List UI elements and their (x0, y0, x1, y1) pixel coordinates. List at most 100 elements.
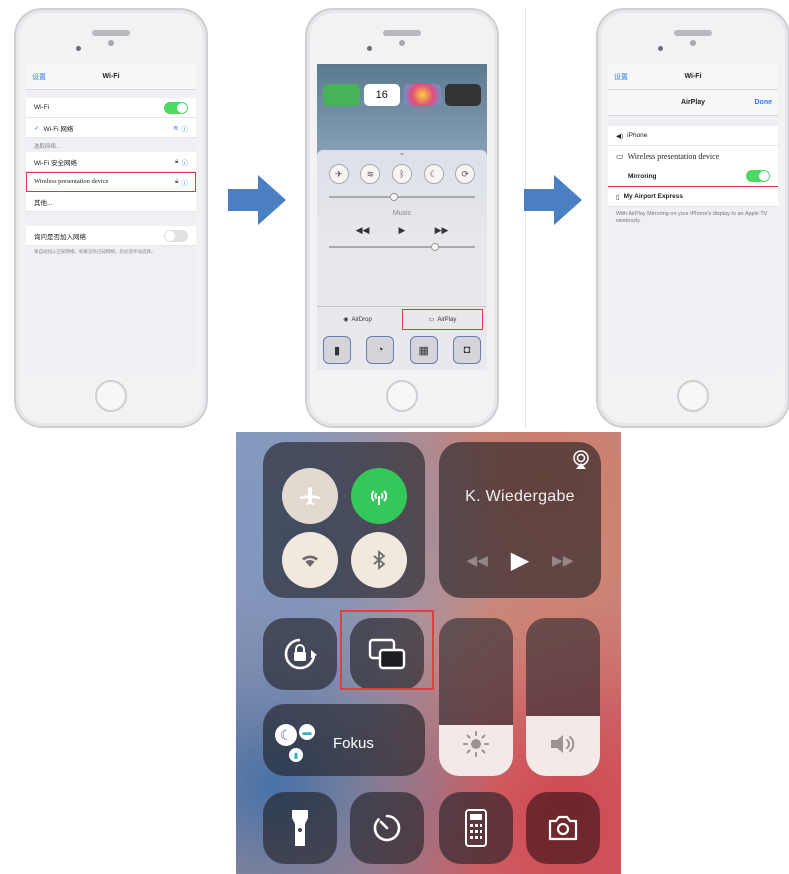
volume-slider[interactable] (329, 243, 475, 251)
wireless-device-group: ▭ Wireless presentation device Mirroring (608, 146, 778, 187)
camera-tile[interactable] (526, 792, 600, 864)
speaker-icon: ◀) (616, 132, 624, 140)
bluetooth-icon[interactable]: ᛒ (391, 164, 412, 184)
network-row-wireless-presentation[interactable]: Wireless presentation device 🔒︎ ⓘ (26, 172, 196, 192)
arrow-right-icon (524, 175, 582, 225)
rotation-lock-tile[interactable] (263, 618, 337, 690)
control-center-modern: K. Wiedergabe ◀◀ ▶ ▶▶ ☾ ▬ ▮ Fokus (236, 432, 621, 874)
cellular-icon[interactable] (351, 468, 407, 524)
flashlight-icon (292, 810, 308, 846)
page-title: Wi-Fi (684, 73, 702, 80)
mirroring-row[interactable]: Mirroring (608, 166, 778, 186)
ask-join-toggle[interactable] (164, 229, 188, 242)
network-label: 其他... (34, 199, 53, 207)
home-button[interactable] (386, 380, 418, 412)
other-network-row[interactable]: 其他... (26, 192, 196, 212)
bed-icon: ▬ (299, 724, 315, 740)
wifi-icon[interactable] (282, 532, 338, 588)
rotation-lock-icon (284, 638, 317, 670)
rotation-lock-icon[interactable]: ⟳ (455, 164, 476, 184)
mirroring-label: Mirroring (628, 172, 657, 180)
info-icon[interactable]: ⓘ (182, 177, 189, 187)
play-icon[interactable]: ▶ (511, 546, 529, 575)
camera-icon (548, 815, 578, 841)
network-row[interactable]: Wi-Fi 安全网络 🔒︎ ⓘ (26, 152, 196, 172)
done-button[interactable]: Done (755, 99, 773, 106)
airplane-icon[interactable] (282, 468, 338, 524)
home-button[interactable] (95, 380, 127, 412)
device-label: Wireless presentation device (627, 151, 720, 161)
timer-icon (373, 814, 401, 842)
camera-app-icon (444, 84, 481, 106)
airplane-icon[interactable]: ✈ (328, 164, 349, 184)
wifi-label: Wi-Fi (34, 104, 50, 111)
network-label: Wireless presentation device (34, 178, 109, 185)
calculator-icon (465, 809, 487, 847)
control-center-screen: 16 ⌄ ✈ ≋ ᛒ ☾ ⟳ Music ◀◀ ▶ ▶▶ ◉ AirDrop ▭… (317, 64, 487, 370)
person-icon: ▮ (289, 748, 303, 762)
focus-tile[interactable]: ☾ ▬ ▮ Fokus (263, 704, 425, 776)
do-not-disturb-icon[interactable]: ☾ (423, 164, 444, 184)
wifi-icon[interactable]: ≋ (360, 164, 381, 184)
phone-wifi-settings: 设置 Wi-Fi Wi-Fi ✓ Wi-Fi 网络 ≋ ⓘ 选取网络... Wi-… (14, 8, 208, 428)
home-screen-apps: 16 (323, 84, 481, 106)
messages-app-icon (323, 84, 360, 106)
control-center-panel: ⌄ ✈ ≋ ᛒ ☾ ⟳ Music ◀◀ ▶ ▶▶ ◉ AirDrop ▭ Ai… (317, 149, 487, 370)
ask-join-row[interactable]: 询问是否加入网络 (26, 226, 196, 246)
device-row-airport-express[interactable]: ▯ My Airport Express (608, 187, 778, 207)
arrow-right-icon (228, 175, 286, 225)
info-icon[interactable]: ⓘ (182, 157, 189, 167)
connected-network-row[interactable]: ✓ Wi-Fi 网络 ≋ ⓘ (26, 118, 196, 138)
wifi-nav-bar: 设置 Wi-Fi (608, 64, 778, 90)
airplay-header: AirPlay Done (608, 90, 778, 116)
lock-icon: 🔒︎ (175, 177, 179, 185)
ask-join-description: 将自动加入已知网络。如果没有已知网络，您必须手动选择。 (34, 249, 156, 254)
back-button[interactable]: 设置 (32, 72, 46, 82)
back-button[interactable]: 设置 (614, 72, 628, 82)
photos-app-icon (404, 84, 441, 106)
airdrop-button[interactable]: ◉ AirDrop (317, 307, 398, 332)
now-playing-tile[interactable]: K. Wiedergabe ◀◀ ▶ ▶▶ (439, 442, 601, 598)
phone-airplay: 设置 Wi-Fi AirPlay Done ◀) iPhone ▭ Wirele… (596, 8, 789, 428)
brightness-slider[interactable] (329, 193, 475, 201)
brightness-slider[interactable] (439, 618, 513, 776)
lock-icon: 🔒︎ (175, 157, 179, 165)
bluetooth-icon[interactable] (351, 532, 407, 588)
rewind-icon[interactable]: ◀◀ (356, 225, 370, 236)
focus-label: Fokus (333, 735, 374, 752)
flashlight-icon[interactable]: ▮ (323, 336, 351, 364)
airplay-footer: With AirPlay Mirroring on your iPhone's … (608, 207, 778, 370)
fast-forward-icon[interactable]: ▶▶ (552, 552, 574, 569)
mirroring-toggle[interactable] (746, 170, 770, 182)
page-title: Wi-Fi (102, 73, 120, 80)
calculator-icon[interactable]: ▦ (409, 336, 438, 364)
rewind-icon[interactable]: ◀◀ (466, 552, 488, 569)
ask-join-label: 询问是否加入网络 (34, 233, 86, 241)
calculator-tile[interactable] (439, 792, 513, 864)
wifi-settings-screen: 设置 Wi-Fi Wi-Fi ✓ Wi-Fi 网络 ≋ ⓘ 选取网络... Wi-… (26, 64, 196, 370)
music-label: Music (392, 210, 412, 217)
info-icon[interactable]: ⓘ (182, 123, 189, 133)
brightness-icon (463, 731, 489, 757)
timer-icon[interactable]: ◔ (366, 336, 395, 364)
device-row-wireless-presentation[interactable]: ▭ Wireless presentation device (608, 146, 778, 166)
fast-forward-icon[interactable]: ▶▶ (435, 225, 449, 236)
play-icon[interactable]: ▶ (399, 225, 406, 236)
airplay-button[interactable]: ▭ AirPlay (402, 309, 483, 330)
airdrop-icon: ◉ (343, 317, 349, 323)
volume-slider[interactable] (526, 618, 600, 776)
camera-icon[interactable]: ◘ (452, 336, 481, 364)
wifi-toggle-row[interactable]: Wi-Fi (26, 98, 196, 118)
airplay-label: AirPlay (437, 316, 457, 323)
home-button[interactable] (677, 380, 709, 412)
now-playing-title: K. Wiedergabe (465, 488, 575, 505)
connectivity-tile (263, 442, 425, 598)
volume-icon (551, 735, 575, 753)
flashlight-tile[interactable] (263, 792, 337, 864)
network-label: Wi-Fi 安全网络 (34, 159, 77, 167)
device-row-iphone[interactable]: ◀) iPhone (608, 126, 778, 146)
timer-tile[interactable] (350, 792, 424, 864)
connected-network-label: Wi-Fi 网络 (43, 125, 74, 133)
wifi-toggle[interactable] (164, 101, 188, 114)
airplay-audio-icon[interactable] (571, 450, 591, 470)
